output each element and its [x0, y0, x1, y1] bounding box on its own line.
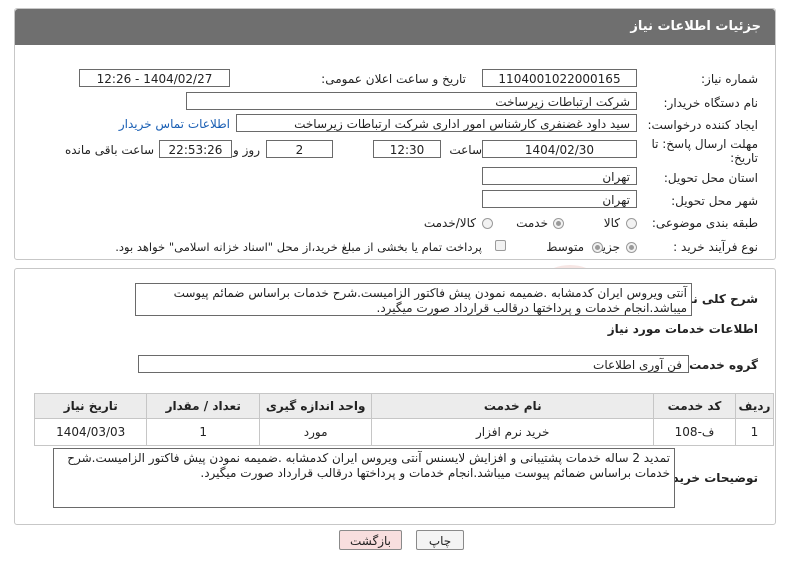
- col-unit: واحد اندازه گیری: [258, 393, 373, 419]
- cell-unit: مورد: [258, 418, 373, 446]
- process-minor-radio[interactable]: [626, 242, 637, 253]
- service-group-label: گروه خدمت:: [684, 358, 758, 372]
- requester-field[interactable]: سید داود غضنفری کارشناس امور اداری شرکت …: [236, 114, 637, 132]
- requester-label: ایجاد کننده درخواست:: [647, 118, 758, 132]
- process-medium-radio[interactable]: [592, 242, 603, 253]
- col-date: تاریخ نیاز: [33, 393, 148, 419]
- payment-note: پرداخت تمام یا بخشی از مبلغ خرید،از محل …: [115, 240, 482, 254]
- back-button[interactable]: بازگشت: [339, 530, 402, 550]
- deadline-label-2: تاریخ:: [730, 151, 758, 165]
- city-label: شهر محل تحویل:: [671, 194, 758, 208]
- deadline-date-field[interactable]: 1404/02/30: [482, 140, 637, 158]
- services-table: ردیف کد خدمت نام خدمت واحد اندازه گیری ت…: [33, 393, 775, 446]
- category-both-label: کالا/خدمت: [423, 216, 476, 230]
- province-label: استان محل تحویل:: [663, 171, 758, 185]
- process-medium-label: متوسط: [546, 240, 584, 254]
- city-field[interactable]: تهران: [482, 190, 637, 208]
- category-both-radio[interactable]: [482, 218, 493, 229]
- days-field[interactable]: 2: [266, 140, 333, 158]
- remaining-label: ساعت باقی مانده: [64, 143, 154, 157]
- buyer-notes-text[interactable]: تمدید 2 ساله خدمات پشتیبانی و افزایش لای…: [53, 448, 675, 508]
- table-row[interactable]: 1 ف-108 خرید نرم افزار مورد 1 1404/03/03: [33, 418, 775, 446]
- remaining-time-field[interactable]: 22:53:26: [159, 140, 232, 158]
- col-name: نام خدمت: [371, 393, 655, 419]
- process-label: نوع فرآیند خرید :: [673, 240, 758, 254]
- cell-code: ف-108: [653, 418, 736, 446]
- category-goods-radio[interactable]: [626, 218, 637, 229]
- cell-name: خرید نرم افزار: [371, 418, 655, 446]
- col-code: کد خدمت: [653, 393, 736, 419]
- buyer-org-label: نام دستگاه خریدار:: [663, 96, 759, 110]
- col-row: ردیف: [734, 393, 775, 419]
- category-service-label: خدمت: [516, 216, 548, 230]
- panel-title: جزئیات اطلاعات نیاز: [630, 19, 761, 34]
- need-number-field[interactable]: 1104001022000165: [482, 69, 637, 87]
- deadline-time-field[interactable]: 12:30: [373, 140, 441, 158]
- summary-text[interactable]: آنتی ویروس ایران کدمشابه .ضمیمه نمودن پی…: [135, 283, 692, 316]
- province-field[interactable]: تهران: [482, 167, 637, 185]
- services-title: اطلاعات خدمات مورد نیاز: [607, 322, 758, 336]
- cell-qty: 1: [146, 418, 260, 446]
- contact-info-link[interactable]: اطلاعات تماس خریدار: [119, 117, 230, 131]
- print-button[interactable]: چاپ: [416, 530, 464, 550]
- treasury-checkbox[interactable]: [495, 240, 506, 251]
- need-number-label: شماره نیاز:: [701, 72, 758, 86]
- col-qty: تعداد / مقدار: [146, 393, 260, 419]
- cell-row: 1: [734, 418, 775, 446]
- category-service-radio[interactable]: [553, 218, 564, 229]
- cell-date: 1404/03/03: [33, 418, 148, 446]
- deadline-label: مهلت ارسال پاسخ: تا: [651, 137, 758, 151]
- days-label: روز و: [233, 143, 260, 157]
- category-label: طبقه بندی موضوعی:: [651, 216, 758, 230]
- announce-label: تاریخ و ساعت اعلان عمومی:: [321, 72, 466, 86]
- buyer-org-field[interactable]: شرکت ارتباطات زیرساخت: [186, 92, 637, 110]
- announce-field[interactable]: 1404/02/27 - 12:26: [79, 69, 230, 87]
- deadline-time-label: ساعت: [449, 143, 482, 157]
- service-group-field[interactable]: فن آوری اطلاعات: [138, 355, 689, 373]
- table-header-row: ردیف کد خدمت نام خدمت واحد اندازه گیری ت…: [33, 393, 775, 419]
- category-goods-label: کالا: [603, 216, 620, 230]
- panel-header: جزئیات اطلاعات نیاز: [15, 9, 775, 45]
